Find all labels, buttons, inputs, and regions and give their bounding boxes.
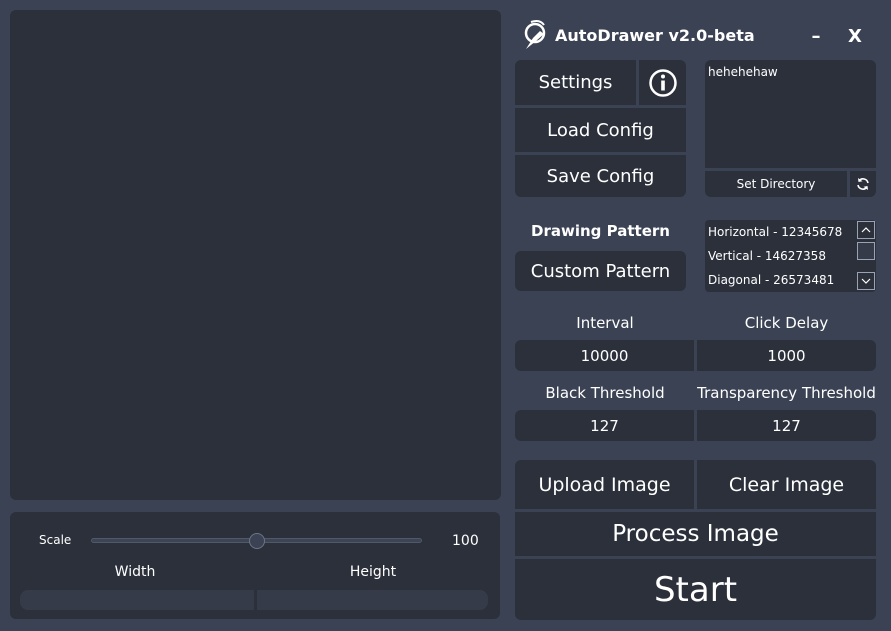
app-logo [520, 19, 550, 51]
clear-image-button[interactable]: Clear Image [697, 460, 876, 509]
custom-pattern-button[interactable]: Custom Pattern [515, 251, 686, 291]
height-label: Height [349, 564, 397, 580]
pattern-item-horizontal[interactable]: Horizontal - 12345678 [708, 225, 842, 239]
pattern-item-vertical[interactable]: Vertical - 14627358 [708, 249, 826, 263]
paint-brush-logo-icon [524, 20, 546, 49]
pattern-item-diagonal[interactable]: Diagonal - 26573481 [708, 273, 834, 287]
pattern-scroll-down-button[interactable] [857, 272, 875, 290]
click-delay-label: Click Delay [744, 314, 829, 332]
directory-display: hehehehaw [705, 60, 876, 168]
app-title: AutoDrawer v2.0-beta [555, 26, 755, 45]
height-input[interactable] [257, 590, 488, 610]
width-label: Width [114, 564, 156, 580]
chevron-up-icon [861, 227, 871, 233]
scale-size-panel: Scale 100 Width Height [10, 512, 500, 619]
transparency-threshold-label: Transparency Threshold [697, 384, 876, 402]
info-circle-icon [648, 68, 677, 97]
save-config-button[interactable]: Save Config [515, 155, 686, 197]
click-delay-input[interactable]: 1000 [697, 340, 876, 371]
interval-input[interactable]: 10000 [515, 340, 694, 371]
scale-label: Scale [39, 533, 72, 547]
image-preview-canvas [10, 10, 501, 500]
drawing-pattern-heading: Drawing Pattern [531, 222, 670, 240]
upload-image-button[interactable]: Upload Image [515, 460, 694, 509]
width-input[interactable] [20, 590, 254, 610]
pattern-scrollbar-thumb[interactable] [857, 242, 875, 260]
settings-button[interactable]: Settings [515, 60, 636, 105]
set-directory-button[interactable]: Set Directory [705, 171, 847, 197]
chevron-down-icon [861, 278, 871, 284]
start-button[interactable]: Start [515, 559, 876, 620]
load-config-button[interactable]: Load Config [515, 108, 686, 152]
pattern-list: Horizontal - 12345678 Vertical - 1462735… [705, 220, 876, 292]
pattern-scroll-up-button[interactable] [857, 221, 875, 239]
minimize-button[interactable]: – [805, 24, 827, 48]
scale-slider[interactable] [91, 533, 422, 549]
process-image-button[interactable]: Process Image [515, 512, 876, 556]
directory-text: hehehehaw [708, 65, 778, 79]
black-threshold-label: Black Threshold [545, 384, 665, 402]
info-button[interactable] [639, 60, 686, 105]
black-threshold-input[interactable]: 127 [515, 410, 694, 441]
refresh-icon [857, 178, 869, 190]
close-button[interactable]: X [843, 24, 867, 48]
transparency-threshold-input[interactable]: 127 [697, 410, 876, 441]
interval-label: Interval [576, 314, 634, 332]
refresh-directory-button[interactable] [850, 171, 876, 197]
scale-slider-handle[interactable] [249, 533, 265, 549]
scale-value: 100 [452, 533, 479, 549]
